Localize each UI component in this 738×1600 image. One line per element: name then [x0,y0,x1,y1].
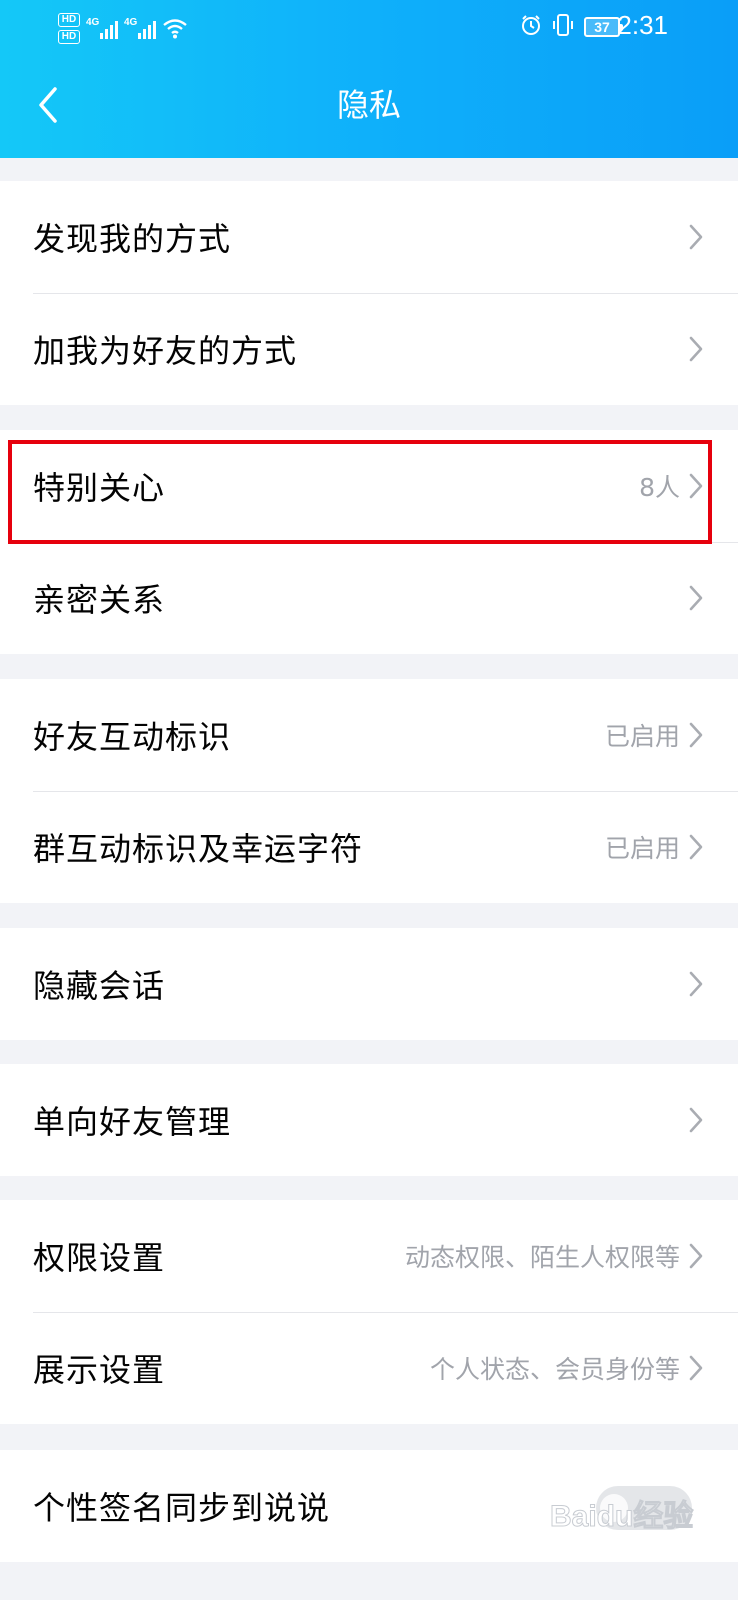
row-label: 亲密关系 [33,581,166,619]
row-label: 隐藏会话 [33,967,166,1005]
chevron-right-icon [689,971,703,997]
row-label: 权限设置 [33,1239,166,1277]
row-label: 加我为好友的方式 [33,332,298,370]
hd-indicators: HD HD [58,12,80,44]
settings-group-hidden: 隐藏会话 [0,928,738,1040]
settings-group-interaction: 好友互动标识 已启用 群互动标识及幸运字符 已启用 [0,679,738,903]
row-label: 个性签名同步到说说 [33,1489,331,1527]
settings-group-oneway: 单向好友管理 [0,1064,738,1176]
network-type-2: 4G [124,17,138,28]
signal-icon: 4G [86,17,118,39]
chevron-right-icon [689,1355,703,1381]
chevron-right-icon [689,1243,703,1269]
settings-group-permissions: 权限设置 动态权限、陌生人权限等 展示设置 个人状态、会员身份等 [0,1200,738,1424]
chevron-right-icon [689,585,703,611]
row-label: 单向好友管理 [33,1103,232,1141]
row-hidden-sessions[interactable]: 隐藏会话 [0,928,738,1040]
row-oneway-friend-manage[interactable]: 单向好友管理 [0,1064,738,1176]
chevron-right-icon [689,224,703,250]
hd-badge-2: HD [58,29,80,44]
settings-group-care: 特别关心 8人 亲密关系 [0,430,738,654]
row-value: 已启用 [604,834,680,863]
row-signature-sync[interactable]: 个性签名同步到说说 [0,1450,738,1562]
chevron-right-icon [689,336,703,362]
row-group-interaction-badge[interactable]: 群互动标识及幸运字符 已启用 [0,791,738,903]
status-time: 2:31 [617,10,668,40]
header-bar: HD HD 4G 4G 37 2:31 隐私 [0,0,738,158]
settings-group-discovery: 发现我的方式 加我为好友的方式 [0,181,738,405]
signal-icon: 4G [124,17,156,39]
row-special-care[interactable]: 特别关心 8人 [0,430,738,542]
vibrate-icon [552,13,574,41]
row-intimate-relation[interactable]: 亲密关系 [0,542,738,654]
row-value: 8人 [639,473,680,502]
row-display-settings[interactable]: 展示设置 个人状态、会员身份等 [0,1312,738,1424]
row-discover-me-method[interactable]: 发现我的方式 [0,181,738,293]
page-title: 隐私 [336,86,401,124]
alarm-icon [520,14,542,40]
row-label: 展示设置 [33,1351,166,1389]
network-type-1: 4G [86,17,100,28]
row-friend-interaction-badge[interactable]: 好友互动标识 已启用 [0,679,738,791]
row-value: 已启用 [604,722,680,751]
row-value: 个人状态、会员身份等 [429,1355,680,1384]
row-add-friend-method[interactable]: 加我为好友的方式 [0,293,738,405]
status-right: 37 [520,12,623,42]
chevron-right-icon [689,722,703,748]
row-value: 动态权限、陌生人权限等 [404,1243,680,1272]
row-label: 特别关心 [33,469,166,507]
battery-icon: 37 [584,17,623,37]
row-label: 发现我的方式 [33,220,232,258]
chevron-right-icon [689,473,703,499]
status-bar: HD HD 4G 4G 37 2:31 [0,0,738,52]
row-label: 群互动标识及幸运字符 [33,830,364,868]
wifi-icon [162,17,188,39]
row-label: 好友互动标识 [33,718,232,756]
chevron-right-icon [689,1107,703,1133]
row-permission-settings[interactable]: 权限设置 动态权限、陌生人权限等 [0,1200,738,1312]
chevron-right-icon [689,834,703,860]
status-left: HD HD 4G 4G [58,8,188,48]
settings-group-signature: 个性签名同步到说说 [0,1450,738,1562]
hd-badge-1: HD [58,12,80,27]
